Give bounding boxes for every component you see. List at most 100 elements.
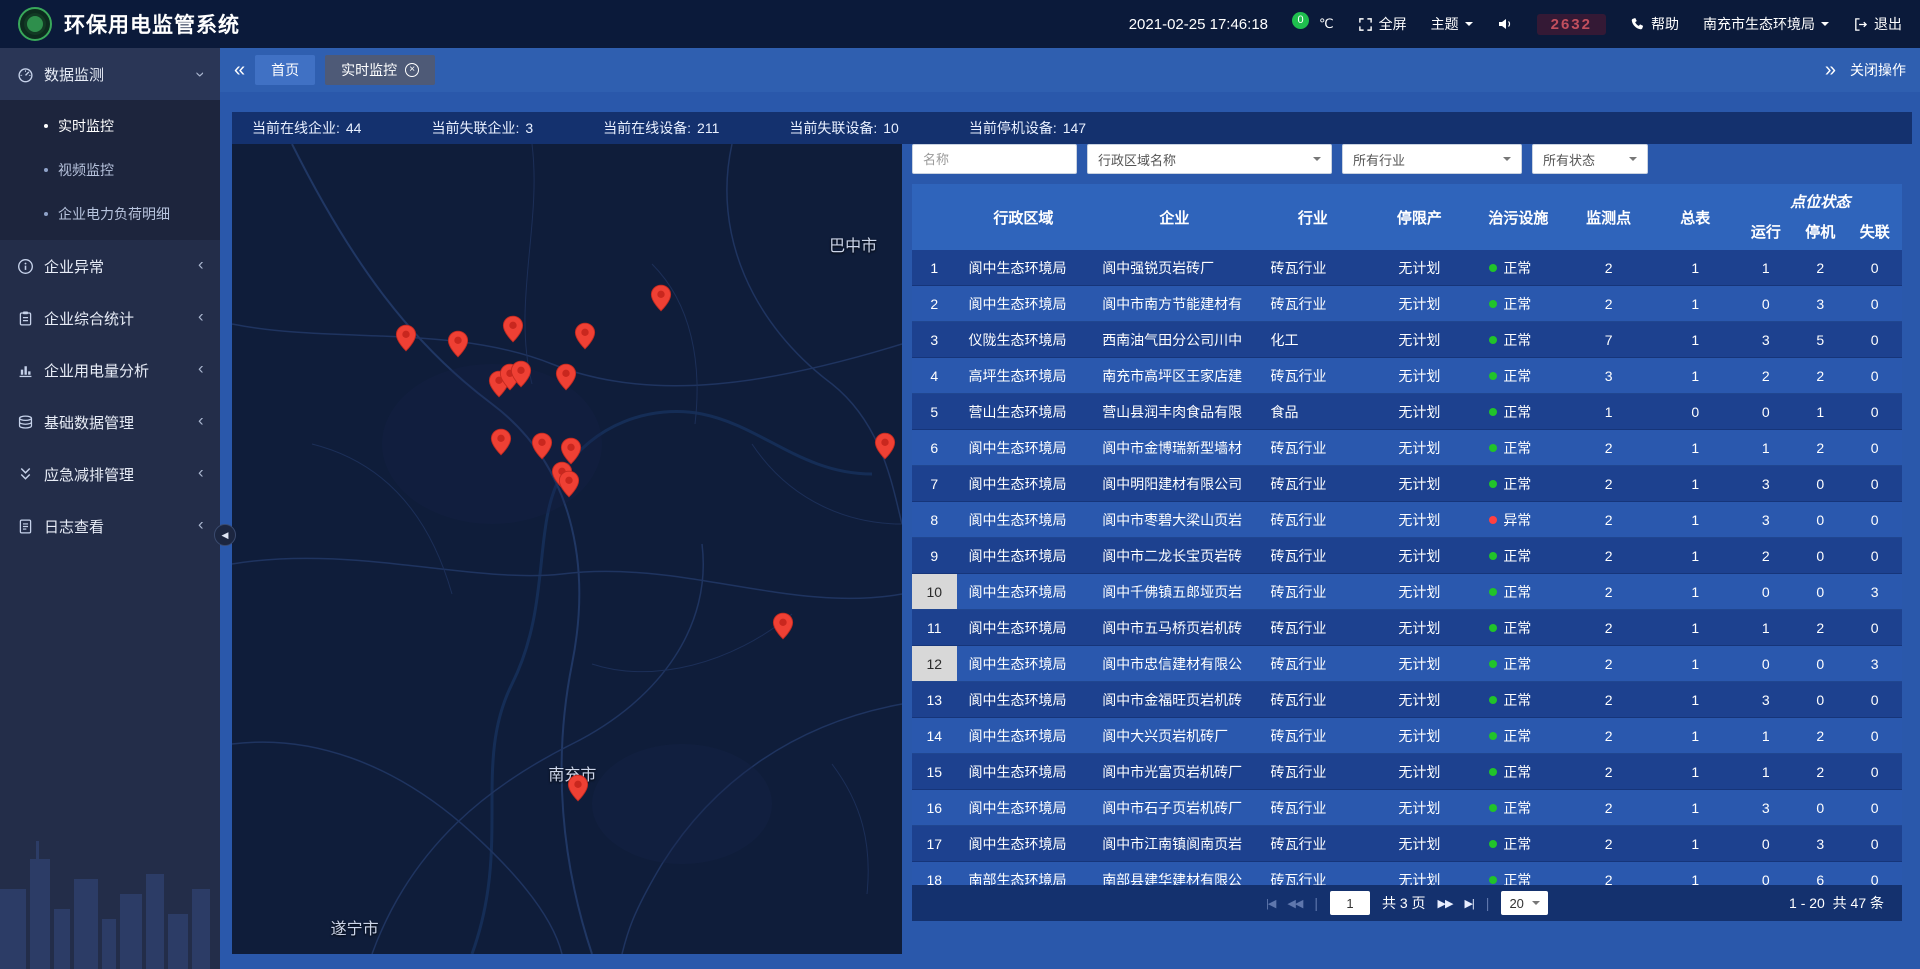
- cell-index: 9: [912, 538, 957, 573]
- table-row[interactable]: 9阆中生态环境局阆中市二龙长宝页岩砖砖瓦行业无计划正常21200: [912, 538, 1902, 574]
- next-page-button[interactable]: ▶▶: [1438, 897, 1453, 910]
- table-row[interactable]: 17阆中生态环境局阆中市江南镇阆南页岩砖瓦行业无计划正常21030: [912, 826, 1902, 862]
- industry-filter-select[interactable]: 所有行业: [1342, 144, 1522, 174]
- sidebar-item-1-1[interactable]: 实时监控: [0, 104, 220, 148]
- table-row[interactable]: 7阆中生态环境局阆中明阳建材有限公司砖瓦行业无计划正常21300: [912, 466, 1902, 502]
- status-filter-select[interactable]: 所有状态: [1532, 144, 1648, 174]
- sidebar-group-6[interactable]: 应急减排管理›: [0, 448, 220, 500]
- cell-index: 7: [912, 466, 957, 501]
- status-dot-icon: [1489, 732, 1497, 740]
- table-row[interactable]: 2阆中生态环境局阆中市南方节能建材有砖瓦行业无计划正常21030: [912, 286, 1902, 322]
- sidebar-group-5[interactable]: 基础数据管理›: [0, 396, 220, 448]
- page-number-input[interactable]: [1330, 891, 1370, 915]
- map-pin-icon[interactable]: [772, 612, 794, 645]
- cell-stopped: 0: [1793, 502, 1847, 537]
- last-page-button[interactable]: ▶|: [1464, 897, 1473, 910]
- sidebar-item-1-2[interactable]: 视频监控: [0, 148, 220, 192]
- sidebar-item-1-3[interactable]: 企业电力负荷明细: [0, 192, 220, 236]
- cell-region: 阆中生态环境局: [957, 430, 1091, 465]
- table-row[interactable]: 1阆中生态环境局阆中强锐页岩砖厂砖瓦行业无计划正常21120: [912, 250, 1902, 286]
- sidebar-group-3[interactable]: 企业综合统计›: [0, 292, 220, 344]
- table-row[interactable]: 5营山生态环境局营山县润丰肉食品有限食品无计划正常10010: [912, 394, 1902, 430]
- table-row[interactable]: 14阆中生态环境局阆中大兴页岩机砖厂砖瓦行业无计划正常21120: [912, 718, 1902, 754]
- map-pin-icon[interactable]: [395, 324, 417, 357]
- map-pin-icon[interactable]: [555, 363, 577, 396]
- cell-offline: 0: [1847, 682, 1901, 717]
- tab-home[interactable]: 首页: [255, 55, 315, 85]
- cell-meter: 1: [1652, 538, 1739, 573]
- cell-company: 阆中市枣碧大梁山页岩: [1090, 502, 1258, 537]
- close-tab-icon[interactable]: ×: [405, 63, 419, 77]
- cell-index: 11: [912, 610, 957, 645]
- cell-running: 1: [1739, 754, 1793, 789]
- cell-industry: 砖瓦行业: [1258, 466, 1367, 501]
- cell-industry: 砖瓦行业: [1258, 862, 1367, 885]
- cell-company: 阆中市南方节能建材有: [1090, 286, 1258, 321]
- map-pin-icon[interactable]: [531, 432, 553, 465]
- status-dot-icon: [1489, 480, 1497, 488]
- stat-item: 当前失联企业:3: [431, 118, 533, 138]
- cell-running: 0: [1739, 646, 1793, 681]
- close-operations-button[interactable]: 关闭操作: [1850, 60, 1906, 80]
- table-row[interactable]: 13阆中生态环境局阆中市金福旺页岩机砖砖瓦行业无计划正常21300: [912, 682, 1902, 718]
- cell-stopped: 3: [1793, 826, 1847, 861]
- first-page-button[interactable]: |◀: [1266, 897, 1275, 910]
- name-filter-input[interactable]: [912, 144, 1077, 174]
- cell-treatment: 正常: [1471, 574, 1565, 609]
- map-panel[interactable]: 巴中市南充市遂宁市: [232, 144, 902, 954]
- cell-offline: 0: [1847, 502, 1901, 537]
- table-row[interactable]: 15阆中生态环境局阆中市光富页岩机砖厂砖瓦行业无计划正常21120: [912, 754, 1902, 790]
- table-row[interactable]: 8阆中生态环境局阆中市枣碧大梁山页岩砖瓦行业无计划异常21300: [912, 502, 1902, 538]
- table-row[interactable]: 12阆中生态环境局阆中市忠信建材有限公砖瓦行业无计划正常21003: [912, 646, 1902, 682]
- tabs-scroll-left-icon[interactable]: «: [234, 60, 245, 80]
- theme-menu[interactable]: 主题: [1431, 14, 1473, 34]
- map-pin-icon[interactable]: [567, 774, 589, 807]
- cell-limit: 无计划: [1367, 466, 1471, 501]
- logout-button[interactable]: 退出: [1853, 14, 1902, 34]
- table-row[interactable]: 6阆中生态环境局阆中市金博瑞新型墙材砖瓦行业无计划正常21120: [912, 430, 1902, 466]
- table-row[interactable]: 11阆中生态环境局阆中市五马桥页岩机砖砖瓦行业无计划正常21120: [912, 610, 1902, 646]
- table-row[interactable]: 16阆中生态环境局阆中市石子页岩机砖厂砖瓦行业无计划正常21300: [912, 790, 1902, 826]
- map-pin-icon[interactable]: [447, 330, 469, 363]
- map-pin-icon[interactable]: [558, 470, 580, 503]
- map-pin-icon[interactable]: [490, 428, 512, 461]
- status-dot-icon: [1489, 624, 1497, 632]
- table-row[interactable]: 18南部生态环境局南部县建华建材有限公砖瓦行业无计划正常21060: [912, 862, 1902, 885]
- tab-realtime-monitor[interactable]: 实时监控 ×: [325, 55, 435, 85]
- speaker-button[interactable]: [1497, 16, 1513, 32]
- cell-limit: 无计划: [1367, 286, 1471, 321]
- cell-company: 阆中市金福旺页岩机砖: [1090, 682, 1258, 717]
- tabs-scroll-right-icon[interactable]: »: [1825, 60, 1836, 80]
- sidebar-group-7[interactable]: 日志查看›: [0, 500, 220, 552]
- cell-monitor: 7: [1565, 322, 1652, 357]
- cell-region: 南部生态环境局: [957, 862, 1091, 885]
- prev-page-button[interactable]: ◀◀: [1287, 897, 1302, 910]
- map-pin-icon[interactable]: [510, 360, 532, 393]
- collapse-sidebar-button[interactable]: ◀: [214, 524, 236, 546]
- cell-treatment: 正常: [1471, 466, 1565, 501]
- temperature-badge: 0 ℃: [1292, 16, 1334, 33]
- sidebar-group-1[interactable]: 数据监测›: [0, 48, 220, 100]
- map-pin-icon[interactable]: [502, 315, 524, 348]
- cell-industry: 砖瓦行业: [1258, 646, 1367, 681]
- cell-monitor: 2: [1565, 790, 1652, 825]
- map-pin-icon[interactable]: [874, 432, 896, 465]
- sidebar-group-4[interactable]: 企业用电量分析›: [0, 344, 220, 396]
- cell-index: 2: [912, 286, 957, 321]
- divider: |: [1314, 895, 1318, 911]
- table-row[interactable]: 10阆中生态环境局阆中千佛镇五郎垭页岩砖瓦行业无计划正常21003: [912, 574, 1902, 610]
- map-pin-icon[interactable]: [650, 284, 672, 317]
- region-filter-select[interactable]: 行政区域名称: [1087, 144, 1332, 174]
- org-menu[interactable]: 南充市生态环境局: [1703, 14, 1829, 34]
- table-row[interactable]: 3仪陇生态环境局西南油气田分公司川中化工无计划正常71350: [912, 322, 1902, 358]
- help-button[interactable]: 帮助: [1630, 14, 1679, 34]
- cell-running: 0: [1739, 826, 1793, 861]
- table-row[interactable]: 4高坪生态环境局南充市高坪区王家店建砖瓦行业无计划正常31220: [912, 358, 1902, 394]
- cell-company: 阆中大兴页岩机砖厂: [1090, 718, 1258, 753]
- cell-stopped: 6: [1793, 862, 1847, 885]
- cell-meter: 1: [1652, 250, 1739, 285]
- fullscreen-button[interactable]: 全屏: [1358, 14, 1407, 34]
- map-pin-icon[interactable]: [574, 322, 596, 355]
- sidebar-group-2[interactable]: 企业异常›: [0, 240, 220, 292]
- page-size-select[interactable]: 20: [1501, 891, 1547, 915]
